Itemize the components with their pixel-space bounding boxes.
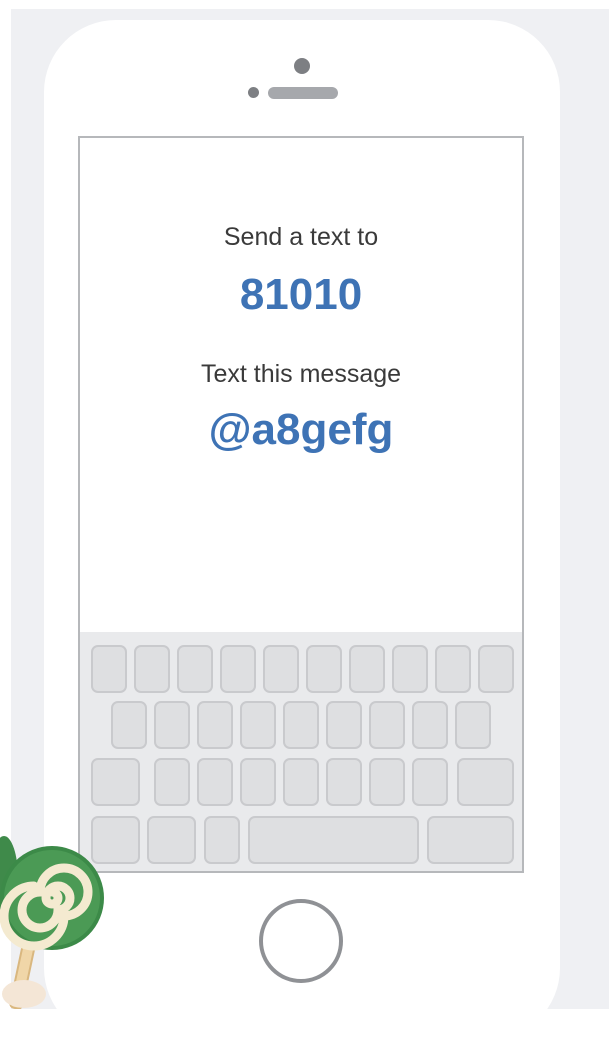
keyboard-key[interactable] <box>111 701 147 749</box>
keyboard-key[interactable] <box>283 758 319 806</box>
keyboard-key[interactable] <box>197 701 233 749</box>
space-key[interactable] <box>248 816 419 864</box>
message-label: Text this message <box>200 360 402 388</box>
sensor-icon <box>248 87 259 98</box>
phone-screen: Send a text to 81010 Text this message @… <box>78 136 524 873</box>
phone-number: 81010 <box>239 270 363 319</box>
keyboard-key[interactable] <box>455 701 491 749</box>
keyboard-key[interactable] <box>263 645 299 693</box>
keyboard-key[interactable] <box>240 758 276 806</box>
keyboard-key[interactable] <box>412 758 448 806</box>
keyboard-key[interactable] <box>369 758 405 806</box>
keyboard-key[interactable] <box>197 758 233 806</box>
keyboard-key[interactable] <box>478 645 514 693</box>
home-button-icon[interactable] <box>259 899 343 983</box>
keyboard <box>80 632 522 871</box>
lollipop-icon <box>0 836 104 1009</box>
keyboard-key[interactable] <box>91 645 127 693</box>
camera-icon <box>294 58 310 74</box>
keyboard-key[interactable] <box>177 645 213 693</box>
keyboard-key[interactable] <box>412 701 448 749</box>
keyboard-key[interactable] <box>220 645 256 693</box>
keyboard-key[interactable] <box>326 701 362 749</box>
emoji-key[interactable] <box>147 816 196 864</box>
keyboard-key[interactable] <box>134 645 170 693</box>
keyboard-key[interactable] <box>154 758 190 806</box>
shift-key[interactable] <box>91 758 140 806</box>
return-key[interactable] <box>427 816 514 864</box>
keyboard-key[interactable] <box>392 645 428 693</box>
keyboard-key[interactable] <box>435 645 471 693</box>
speaker-icon <box>268 87 338 99</box>
keyboard-key[interactable] <box>154 701 190 749</box>
keyboard-key[interactable] <box>349 645 385 693</box>
message-code: @a8gefg <box>208 405 394 454</box>
keyboard-key[interactable] <box>326 758 362 806</box>
backspace-key[interactable] <box>457 758 514 806</box>
keyboard-key[interactable] <box>369 701 405 749</box>
mic-key[interactable] <box>204 816 240 864</box>
keyboard-key[interactable] <box>240 701 276 749</box>
keyboard-key[interactable] <box>306 645 342 693</box>
send-text-label: Send a text to <box>223 223 379 251</box>
keyboard-key[interactable] <box>283 701 319 749</box>
